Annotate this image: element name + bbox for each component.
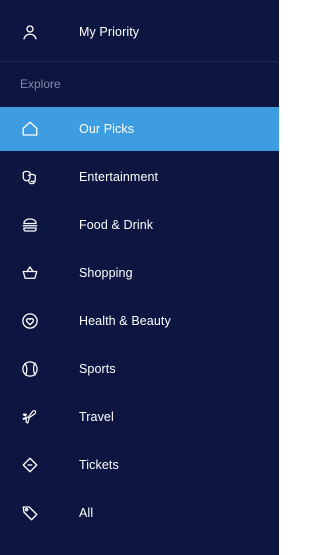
ticket-icon [20,455,40,475]
home-icon [20,119,40,139]
content-edge [279,0,300,555]
heart-icon [20,311,40,331]
menu-item-shopping[interactable]: Shopping [0,251,279,295]
my-priority-label: My Priority [79,25,140,39]
menu-item-label: Our Picks [79,122,135,136]
menu-item-health-beauty[interactable]: Health & Beauty [0,299,279,343]
plane-icon [20,407,40,427]
menu-item-sports[interactable]: Sports [0,347,279,391]
menu-item-our-picks[interactable]: Our Picks [0,107,279,151]
menu-item-entertainment[interactable]: Entertainment [0,155,279,199]
menu-item-label: Food & Drink [79,218,154,232]
menu-item-label: Health & Beauty [79,314,171,328]
navigation-drawer: My Priority Explore Our Picks Entertainm… [0,0,279,555]
masks-icon [20,167,40,187]
menu-item-all[interactable]: All [0,491,279,535]
section-title: Explore [20,77,61,91]
my-priority-item[interactable]: My Priority [0,10,279,54]
burger-icon [20,215,40,235]
menu-item-label: Travel [79,410,114,424]
menu-item-label: All [79,506,94,520]
menu-item-label: Entertainment [79,170,159,184]
menu-item-travel[interactable]: Travel [0,395,279,439]
menu-item-food-drink[interactable]: Food & Drink [0,203,279,247]
menu-item-label: Tickets [79,458,119,472]
tag-icon [20,503,40,523]
person-icon [20,22,40,42]
menu-item-label: Sports [79,362,116,376]
menu-item-tickets[interactable]: Tickets [0,443,279,487]
ball-icon [20,359,40,379]
basket-icon [20,263,40,283]
top-divider [0,61,279,62]
menu-item-label: Shopping [79,266,133,280]
